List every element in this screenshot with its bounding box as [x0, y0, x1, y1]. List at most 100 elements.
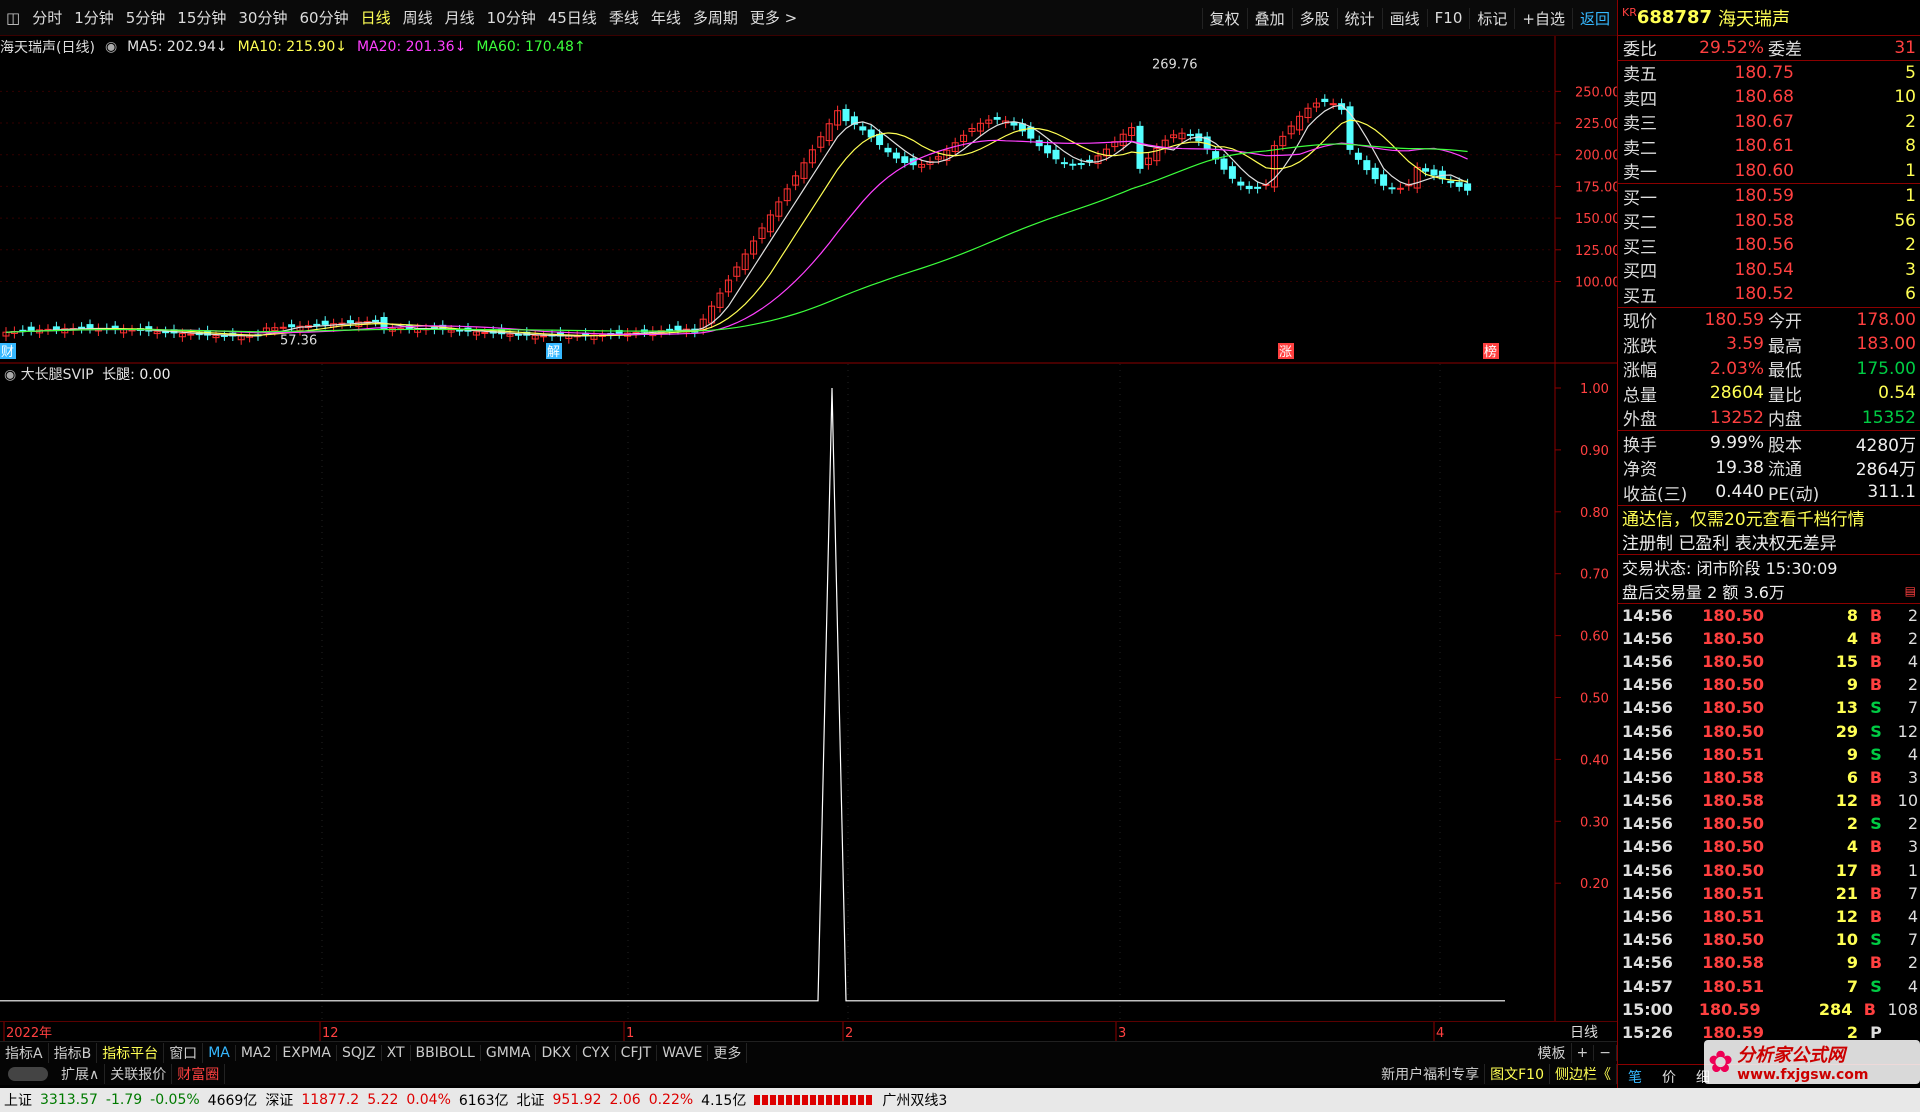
- tab-timeframe-8[interactable]: 月线: [439, 7, 481, 28]
- tool-button-4[interactable]: 画线: [1381, 7, 1427, 29]
- sh-index: 3313.57: [40, 1092, 98, 1108]
- wealth-circle-button[interactable]: 财富圈: [172, 1064, 226, 1084]
- fund-value: 9.99%: [1709, 433, 1764, 454]
- tab-timeframe-3[interactable]: 15分钟: [171, 7, 232, 28]
- after-hours: 盘后交易量 2 额 3.6万 ▤: [1618, 579, 1920, 604]
- tool-button-5[interactable]: F10: [1426, 9, 1470, 27]
- panel-toggle-icon[interactable]: ◫: [0, 9, 26, 27]
- indicator-tab-4[interactable]: MA: [203, 1044, 236, 1061]
- tick-price: 180.50: [1702, 651, 1764, 671]
- tab-timeframe-14[interactable]: 更多 >: [744, 7, 803, 28]
- tick-time: 14:56: [1622, 767, 1673, 787]
- indicator-tab-0[interactable]: 指标A: [0, 1042, 49, 1063]
- indicator-settings-icon[interactable]: ◉: [4, 367, 16, 383]
- candle-body: [1354, 152, 1362, 160]
- tick-row: 14:56 180.50 4 B 3: [1618, 835, 1920, 858]
- tab-timeframe-9[interactable]: 10分钟: [481, 7, 542, 28]
- fund-label: 换手: [1623, 435, 1657, 456]
- template-button[interactable]: 模板: [1533, 1042, 1572, 1063]
- tab-timeframe-2[interactable]: 5分钟: [120, 7, 172, 28]
- tab-timeframe-4[interactable]: 30分钟: [232, 7, 293, 28]
- candle-body: [1329, 103, 1337, 106]
- tab-jia[interactable]: 价: [1652, 1067, 1686, 1087]
- tool-button-3[interactable]: 统计: [1336, 7, 1382, 29]
- calendar-icon[interactable]: ▤: [1905, 584, 1916, 598]
- indicator-tab-2[interactable]: 指标平台: [97, 1042, 165, 1063]
- toggle-switch-icon[interactable]: [8, 1067, 48, 1081]
- indicator-tab-8[interactable]: XT: [382, 1044, 411, 1061]
- ad-text-1[interactable]: 通达信，仅需20元查看千档行情: [1622, 505, 1865, 530]
- indicator-tab-6[interactable]: EXPMA: [277, 1044, 337, 1061]
- tab-timeframe-0[interactable]: 分时: [26, 7, 68, 28]
- quote-label: 涨跌: [1623, 336, 1657, 357]
- candles: [2, 94, 1472, 345]
- indicator-tab-9[interactable]: BBIBOLL: [411, 1044, 481, 1061]
- candle-body: [279, 326, 287, 329]
- tool-button-0[interactable]: 复权: [1201, 7, 1247, 29]
- tool-button-1[interactable]: 叠加: [1246, 7, 1292, 29]
- indicator-tab-3[interactable]: 窗口: [164, 1042, 204, 1063]
- zoom-out-icon[interactable]: −: [1594, 1044, 1617, 1061]
- tick-row: 14:57 180.51 7 S 4: [1618, 975, 1920, 998]
- date-tick: 2022年: [6, 1026, 52, 1041]
- status-bar: 上证 3313.57 -1.79 -0.05% 4669亿 深证 11877.2…: [0, 1088, 1920, 1112]
- tab-timeframe-1[interactable]: 1分钟: [68, 7, 120, 28]
- tick-time: 14:56: [1622, 814, 1673, 834]
- indicator-chart[interactable]: 1.00 0.90 0.80 0.70 0.60 0.50 0.40 0.30 0.20: [0, 364, 1617, 1021]
- expand-button[interactable]: 扩展∧: [56, 1064, 106, 1084]
- tool-button-7[interactable]: +自选: [1514, 7, 1572, 29]
- tab-timeframe-10[interactable]: 45日线: [542, 7, 603, 28]
- tab-timeframe-6[interactable]: 日线: [355, 7, 397, 28]
- fund-label-2: 流通: [1768, 460, 1802, 481]
- bid-volume: 3: [1905, 259, 1916, 280]
- sidebar-toggle[interactable]: 侧边栏《: [1550, 1064, 1617, 1084]
- bid-row: 买四 180.54 3: [1618, 258, 1920, 283]
- tool-button-6[interactable]: 标记: [1469, 7, 1514, 29]
- indicator-tab-11[interactable]: DKX: [536, 1044, 577, 1061]
- tool-button-2[interactable]: 多股: [1291, 7, 1337, 29]
- ma-line-20: [5, 139, 1468, 336]
- tick-volume: 7: [1846, 976, 1858, 996]
- tick-price: 180.50: [1702, 605, 1764, 625]
- indicator-tab-15[interactable]: 更多: [708, 1042, 748, 1063]
- ad-line-1[interactable]: 通达信，仅需20元查看千档行情: [1618, 505, 1920, 530]
- trade-state: 交易状态: 闭市阶段 15:30:09: [1618, 555, 1920, 580]
- quote-value: 2.03%: [1709, 358, 1764, 379]
- candle-body: [1371, 167, 1379, 180]
- tick-count: 7: [1907, 930, 1918, 950]
- indicator-tab-5[interactable]: MA2: [236, 1044, 278, 1061]
- bz-index: 951.92: [552, 1092, 602, 1108]
- ad-text-2: 注册制 已盈利 表决权无差异: [1622, 534, 1837, 555]
- quote-label-2: 最低: [1768, 361, 1802, 382]
- candle-body: [313, 323, 321, 326]
- tab-timeframe-12[interactable]: 年线: [645, 7, 687, 28]
- tab-bi[interactable]: 笔: [1618, 1067, 1652, 1087]
- related-quote-button[interactable]: 关联报价: [105, 1064, 173, 1084]
- indicator-tab-7[interactable]: SQJZ: [337, 1044, 382, 1061]
- promo-link[interactable]: 新用户福利专享: [1376, 1064, 1486, 1084]
- bid-volume: 56: [1894, 210, 1916, 231]
- tab-timeframe-7[interactable]: 周线: [397, 7, 439, 28]
- tick-side: B: [1869, 883, 1883, 903]
- indicator-tab-10[interactable]: GMMA: [481, 1044, 537, 1061]
- tick-list[interactable]: 14:56 180.50 8 B 2 14:56 180.50 4 B 2 14:56 180.50 1…: [1618, 604, 1920, 1045]
- tab-timeframe-5[interactable]: 60分钟: [293, 7, 354, 28]
- indicator-tab-1[interactable]: 指标B: [49, 1042, 98, 1063]
- tick-time: 14:56: [1622, 791, 1673, 811]
- indicator-tab-12[interactable]: CYX: [577, 1044, 616, 1061]
- after-hours-text: 盘后交易量 2 额 3.6万: [1622, 582, 1785, 602]
- candle-body: [187, 333, 195, 336]
- bid-row: 买三 180.56 2: [1618, 233, 1920, 258]
- tool-button-8[interactable]: 返回: [1571, 7, 1617, 29]
- zoom-in-icon[interactable]: +: [1572, 1044, 1595, 1061]
- tick-price: 180.58: [1702, 767, 1764, 787]
- tab-timeframe-13[interactable]: 多周期: [687, 7, 744, 28]
- indicator-tab-14[interactable]: WAVE: [657, 1044, 709, 1061]
- extension-bar: 扩展∧ 关联报价 财富圈 新用户福利专享 图文F10 侧边栏《: [0, 1063, 1617, 1085]
- tab-timeframe-11[interactable]: 季线: [603, 7, 645, 28]
- candlestick-chart[interactable]: 250.00 225.00 200.00 175.00 150.00 125.00 100.…: [0, 36, 1617, 364]
- candle-body: [27, 326, 35, 331]
- indicator-tabs: 指标A 指标B 指标平台 窗口 MA MA2 EXPMA SQJZ XT BBIBOLL GMMA D…: [0, 1041, 1617, 1063]
- indicator-tab-13[interactable]: CFJT: [616, 1044, 658, 1061]
- f10-link[interactable]: 图文F10: [1485, 1064, 1550, 1084]
